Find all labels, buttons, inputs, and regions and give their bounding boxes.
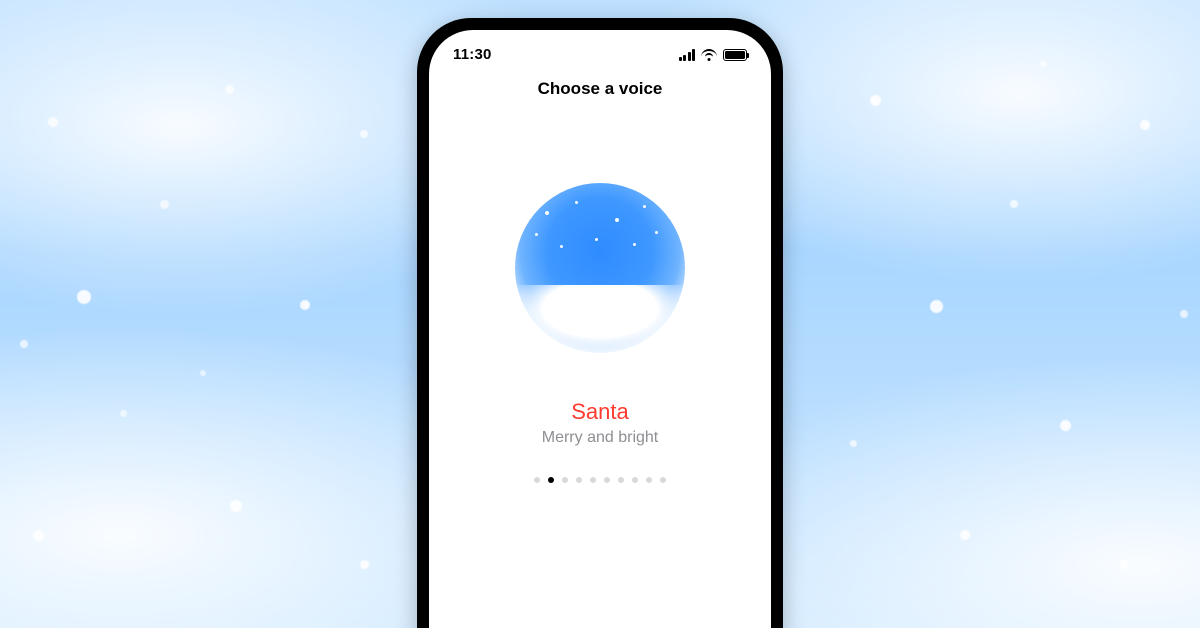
snow-backdrop: 11:30 Choose a voice Santa xyxy=(0,0,1200,628)
battery-icon xyxy=(723,49,747,61)
page-dot[interactable] xyxy=(548,477,554,483)
page-dot[interactable] xyxy=(590,477,596,483)
page-title: Choose a voice xyxy=(538,79,663,99)
status-indicators xyxy=(679,49,748,61)
wifi-icon xyxy=(701,49,717,61)
voice-name: Santa xyxy=(571,399,629,425)
voice-subtitle: Merry and bright xyxy=(542,429,659,447)
voice-avatar[interactable] xyxy=(515,183,685,353)
status-bar: 11:30 xyxy=(429,30,771,69)
page-dot[interactable] xyxy=(576,477,582,483)
page-dot[interactable] xyxy=(632,477,638,483)
page-dot[interactable] xyxy=(562,477,568,483)
page-dot[interactable] xyxy=(646,477,652,483)
page-dot[interactable] xyxy=(534,477,540,483)
page-dot[interactable] xyxy=(604,477,610,483)
page-dot[interactable] xyxy=(660,477,666,483)
phone-screen: 11:30 Choose a voice Santa xyxy=(429,30,771,628)
pagination-dots[interactable] xyxy=(534,477,666,483)
status-time: 11:30 xyxy=(453,46,492,63)
cellular-signal-icon xyxy=(679,49,696,61)
page-dot[interactable] xyxy=(618,477,624,483)
phone-frame: 11:30 Choose a voice Santa xyxy=(417,18,783,628)
